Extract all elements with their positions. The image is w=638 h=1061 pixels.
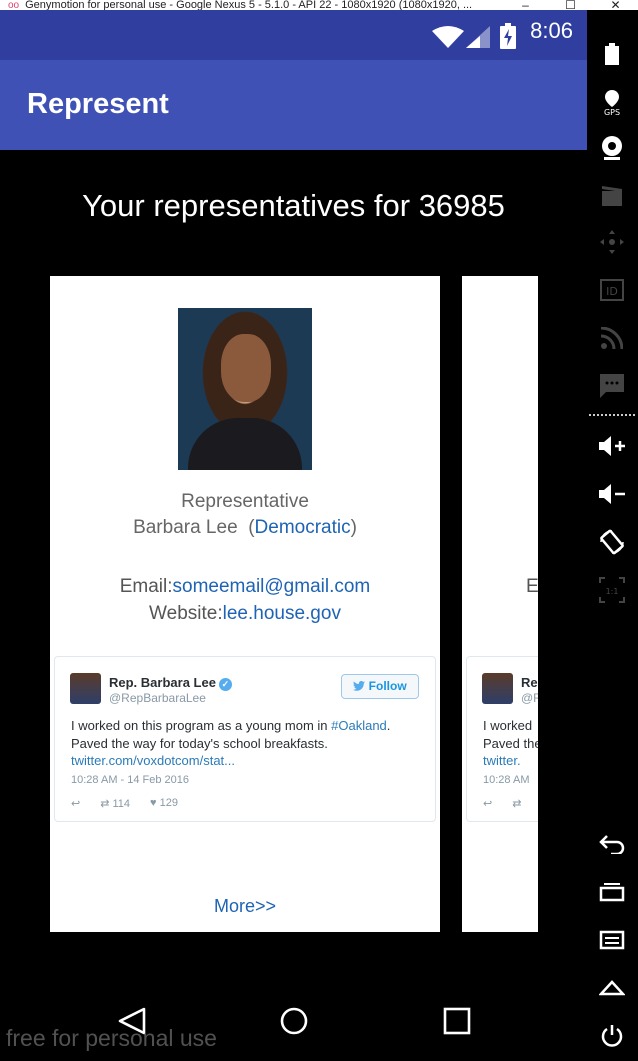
card2-tweet-actions: ↩ ⇄ bbox=[483, 797, 521, 810]
tweet-author-name[interactable]: Rep. Barbara Lee bbox=[109, 675, 216, 690]
card2-tweet-date[interactable]: 10:28 AM bbox=[483, 774, 529, 786]
svg-text:1:1: 1:1 bbox=[606, 587, 619, 596]
wifi-icon bbox=[432, 26, 464, 48]
follow-label: Follow bbox=[368, 679, 407, 693]
home-circle-icon[interactable] bbox=[279, 1006, 309, 1036]
emulator-toolbar: GPS ID 1:1 bbox=[587, 10, 638, 1061]
page-heading: Your representatives for 36985 bbox=[82, 188, 505, 223]
volume-up-icon[interactable] bbox=[598, 432, 626, 460]
maximize-button[interactable]: ☐ bbox=[548, 0, 593, 10]
representative-photo bbox=[178, 308, 312, 470]
sms-icon[interactable] bbox=[598, 372, 626, 400]
id-icon[interactable]: ID bbox=[598, 276, 626, 304]
status-bar: 8:06 bbox=[0, 10, 587, 60]
card2-tweet-url[interactable]: twitter. bbox=[483, 753, 521, 768]
close-button[interactable]: ✕ bbox=[593, 0, 638, 10]
more-link[interactable]: More>> bbox=[50, 896, 440, 917]
home-icon[interactable] bbox=[598, 974, 626, 1002]
tweet-actions: ↩ ⇄ 114 ♥ 129 bbox=[71, 797, 178, 810]
tweet-url-link[interactable]: twitter.com/voxdotcom/stat... bbox=[71, 753, 235, 768]
back-icon[interactable] bbox=[598, 830, 626, 858]
reply-icon[interactable]: ↩ bbox=[71, 797, 80, 810]
next-representative-card[interactable]: E Re @R I worked Paved the twitter. 10:28… bbox=[462, 276, 538, 932]
card2-tweet-text: I worked Paved the bbox=[483, 718, 538, 751]
status-time: 8:06 bbox=[530, 18, 573, 43]
title-bar: oo Genymotion for personal use - Google N… bbox=[0, 0, 638, 10]
like-action[interactable]: ♥ 129 bbox=[150, 797, 178, 810]
app-bar: Represent bbox=[0, 60, 587, 150]
tweet-avatar[interactable] bbox=[70, 673, 101, 704]
website-line: Website:lee.house.gov bbox=[50, 603, 440, 625]
emulator-window: oo Genymotion for personal use - Google N… bbox=[0, 0, 638, 1061]
retweet-count: 114 bbox=[112, 798, 131, 810]
representative-name-line: Barbara Lee (Democratic) bbox=[133, 517, 357, 538]
volume-down-icon[interactable] bbox=[598, 480, 626, 508]
tweet-text: I worked on this program as a young mom … bbox=[71, 718, 391, 751]
watermark: free for personal use bbox=[6, 1025, 217, 1051]
gps-icon[interactable]: GPS bbox=[598, 88, 626, 116]
camera-icon[interactable] bbox=[598, 134, 626, 162]
battery-charging-icon bbox=[500, 23, 516, 49]
card2-reply-icon[interactable]: ↩ bbox=[483, 797, 492, 810]
card2-email-fragment: E bbox=[526, 576, 538, 597]
twitter-bird-icon bbox=[353, 681, 366, 691]
tweet-handle[interactable]: @RepBarbaraLee bbox=[109, 691, 206, 705]
card2-retweet-icon[interactable]: ⇄ bbox=[512, 797, 521, 810]
window-title: Genymotion for personal use - Google Nex… bbox=[25, 0, 473, 10]
website-label: Website: bbox=[149, 603, 223, 624]
card2-tweet-handle[interactable]: @R bbox=[521, 691, 538, 705]
verified-icon: ✓ bbox=[218, 678, 232, 691]
website-link[interactable]: lee.house.gov bbox=[223, 603, 341, 624]
tweet-date[interactable]: 10:28 AM - 14 Feb 2016 bbox=[71, 774, 189, 786]
svg-text:GPS: GPS bbox=[604, 108, 620, 116]
email-line: Email:someemail@gmail.com bbox=[50, 576, 440, 598]
follow-button[interactable]: Follow bbox=[341, 674, 419, 699]
representative-card[interactable]: Representative Barbara Lee (Democratic) … bbox=[50, 276, 440, 932]
retweet-icon: ⇄ bbox=[100, 798, 110, 810]
dpad-icon[interactable] bbox=[598, 228, 626, 256]
embedded-tweet[interactable]: Rep. Barbara Lee ✓ @RepBarbaraLee Follow … bbox=[54, 656, 436, 822]
scale-icon[interactable]: 1:1 bbox=[598, 576, 626, 604]
battery-icon[interactable] bbox=[598, 40, 626, 68]
menu-icon[interactable] bbox=[598, 926, 626, 954]
representative-name: Barbara Lee bbox=[133, 517, 238, 538]
like-count: 129 bbox=[159, 797, 178, 809]
video-icon[interactable] bbox=[598, 182, 626, 210]
email-link[interactable]: someemail@gmail.com bbox=[173, 576, 371, 597]
power-icon[interactable] bbox=[598, 1022, 626, 1050]
email-label: Email: bbox=[119, 576, 173, 597]
heart-icon: ♥ bbox=[150, 797, 157, 809]
signal-icon bbox=[466, 26, 490, 48]
hashtag-link[interactable]: #Oakland bbox=[331, 718, 387, 733]
tweet-author-line[interactable]: Rep. Barbara Lee ✓ bbox=[109, 675, 232, 691]
minimize-button[interactable]: – bbox=[503, 0, 548, 10]
genymotion-logo-icon: oo bbox=[8, 0, 20, 11]
retweet-action[interactable]: ⇄ 114 bbox=[100, 797, 130, 810]
recents-icon[interactable] bbox=[598, 878, 626, 906]
card2-embedded-tweet[interactable]: Re @R I worked Paved the twitter. 10:28 A… bbox=[466, 656, 538, 822]
rotate-icon[interactable] bbox=[598, 528, 626, 556]
card2-tweet-avatar[interactable] bbox=[482, 673, 513, 704]
representative-role: Representative bbox=[181, 491, 309, 512]
toolbar-separator bbox=[589, 414, 635, 416]
card2-tweet-author[interactable]: Re bbox=[521, 675, 538, 690]
rss-icon[interactable] bbox=[598, 324, 626, 352]
svg-text:ID: ID bbox=[606, 285, 618, 298]
party-link[interactable]: Democratic bbox=[255, 517, 351, 538]
recents-square-icon[interactable] bbox=[442, 1006, 472, 1036]
app-title: Represent bbox=[27, 88, 169, 120]
